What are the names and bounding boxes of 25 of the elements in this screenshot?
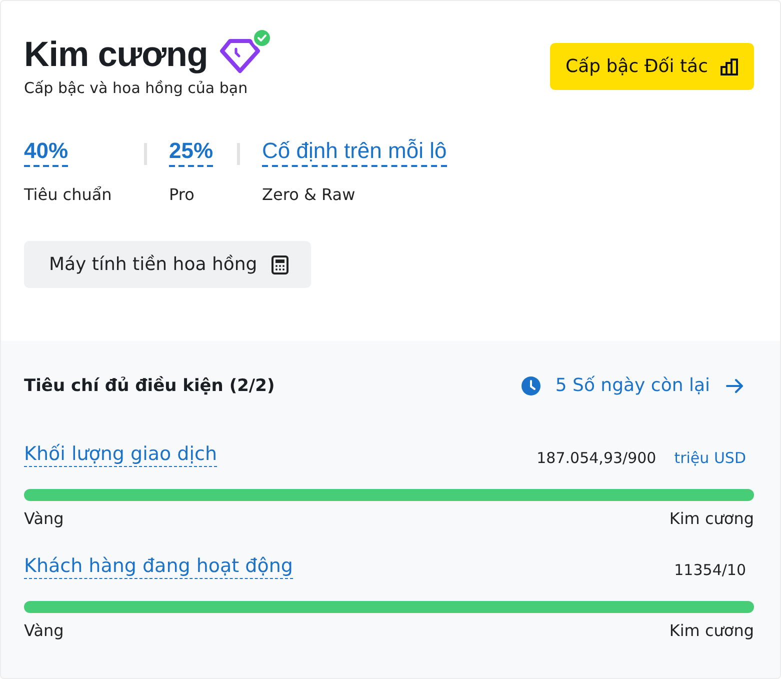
tier-title: Kim cương <box>24 35 208 75</box>
start-tier-label: Vàng <box>24 621 64 640</box>
account-type-label: Tiêu chuẩn <box>24 185 113 204</box>
days-remaining-link[interactable]: 5 Số ngày còn lại <box>521 375 744 396</box>
commission-calculator-button[interactable]: Máy tính tiền hoa hồng <box>24 241 312 288</box>
calculator-icon <box>271 254 290 274</box>
target-tier-label: Kim cương <box>669 509 754 528</box>
clock-icon <box>521 376 542 396</box>
criterion-link[interactable]: Khách hàng đang hoạt động <box>24 554 293 579</box>
criteria-title: Tiêu chí đủ điều kiện (2/2) <box>24 376 275 396</box>
progress-reading: 187.054,93/900 <box>536 449 656 467</box>
start-tier-label: Vàng <box>24 509 64 528</box>
commission-link[interactable]: 25% <box>169 137 214 167</box>
commission-link[interactable]: 40% <box>24 137 68 167</box>
bar-chart-icon <box>720 58 740 76</box>
unit-label: triệu USD <box>674 449 746 467</box>
target-tier-label: Kim cương <box>669 621 754 640</box>
commission-link[interactable]: Cố định trên mỗi lô <box>262 137 447 167</box>
tier-subtitle: Cấp bậc và hoa hồng của bạn <box>24 79 249 97</box>
progress-reading: 11354/10 <box>674 561 746 579</box>
account-type-label: Zero & Raw <box>262 185 356 204</box>
arrow-right-icon <box>726 378 744 394</box>
account-type-label: Pro <box>169 185 196 204</box>
partner-tier-button[interactable]: Cấp bậc Đối tác <box>550 43 754 90</box>
criterion-link[interactable]: Khối lượng giao dịch <box>24 442 218 467</box>
